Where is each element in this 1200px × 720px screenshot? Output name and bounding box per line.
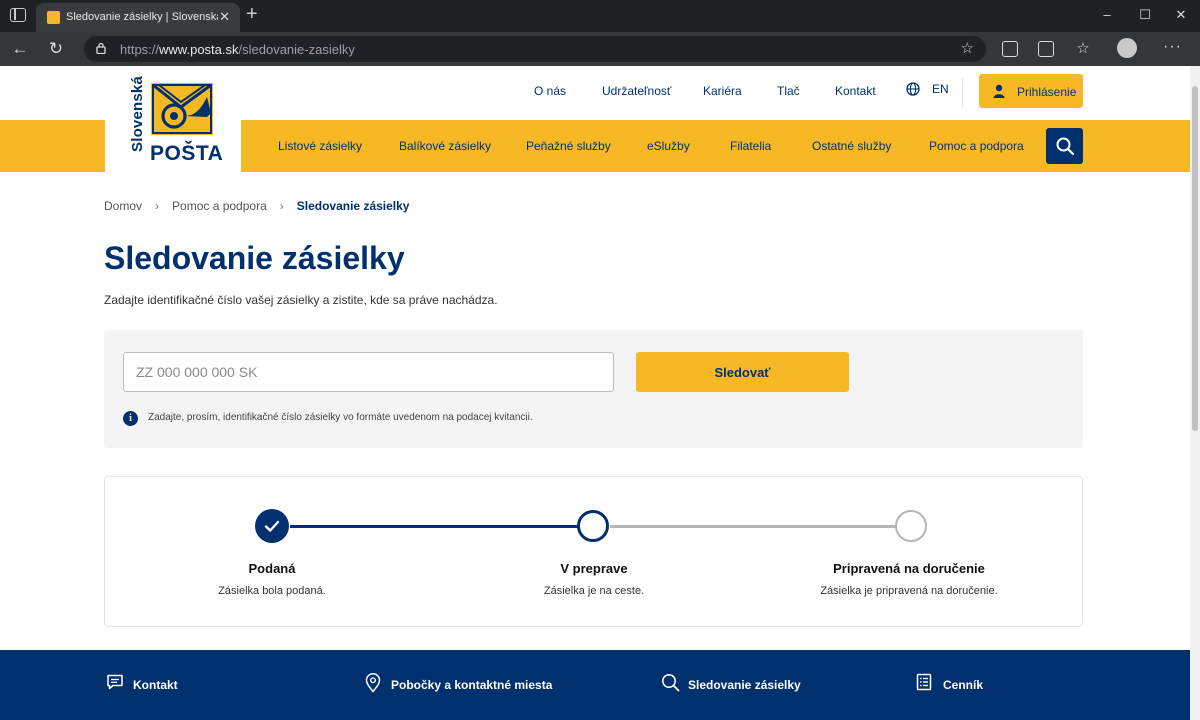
location-pin-icon [365, 673, 381, 693]
info-hint: Zadajte, prosím, identifikačné číslo zás… [148, 412, 533, 423]
nav-filatelia[interactable]: Filatelia [730, 139, 771, 153]
page-scrollbar[interactable] [1190, 66, 1200, 720]
breadcrumb-separator: › [279, 199, 284, 213]
logo-text-vertical: Slovenská [129, 75, 146, 152]
collections-icon[interactable] [1038, 41, 1054, 57]
logo-text-main: POŠTA [150, 142, 224, 165]
search-button[interactable] [1046, 128, 1083, 164]
step-title: Pripravená na doručenie [833, 561, 985, 576]
nav-listove-zasielky[interactable]: Listové zásielky [278, 139, 362, 153]
breadcrumb: Domov › Pomoc a podpora › Sledovanie zásielk… [104, 199, 409, 213]
progress-line-pending [610, 525, 902, 528]
search-icon [662, 674, 680, 692]
profile-avatar[interactable] [1117, 38, 1137, 58]
track-button[interactable]: Sledovať [636, 352, 849, 392]
step-pending-icon [895, 510, 927, 542]
footer-quick-links: Kontakt Pobočky a kontaktné miesta Sledo… [0, 650, 1190, 720]
close-window-button[interactable]: ✕ [1171, 7, 1191, 23]
step-description: Zásielka bola podaná. [218, 585, 326, 597]
step-description: Zásielka je pripravená na doručenie. [820, 585, 998, 597]
page-intro: Zadajte identifikačné číslo vašej zásiel… [104, 293, 498, 307]
back-icon[interactable]: ← [10, 39, 30, 59]
tracking-form: Sledovať i Zadajte, prosím, identifikačn… [104, 330, 1083, 448]
login-button[interactable]: Prihlásenie [979, 74, 1083, 108]
post-horn-logo-icon [151, 83, 213, 135]
step-current-icon [577, 510, 609, 542]
search-icon [1056, 137, 1075, 156]
favorite-star-icon[interactable]: ☆ [961, 39, 974, 57]
nav-esluzby[interactable]: eSlužby [647, 139, 690, 153]
reload-icon[interactable]: ↻ [46, 39, 66, 59]
step-description: Zásielka je na ceste. [543, 585, 645, 597]
favorites-icon[interactable]: ☆ [1073, 39, 1093, 57]
tab-title: Sledovanie zásielky | Slovenská pošta [66, 11, 218, 23]
maximize-button[interactable]: ☐ [1135, 7, 1155, 23]
step-title: V preprave [560, 561, 628, 576]
progress-line-done [290, 525, 580, 528]
user-icon [993, 84, 1005, 98]
step-done-icon [255, 509, 289, 543]
browser-tab-bar: Sledovanie zásielky | Slovenská pošta ✕ … [0, 0, 1200, 32]
minimize-button[interactable]: – [1097, 7, 1117, 22]
topnav-kariera[interactable]: Kariéra [703, 84, 742, 98]
shipment-progress: Podaná Zásielka bola podaná. V preprave … [104, 476, 1083, 627]
chat-icon [107, 674, 123, 690]
language-switch[interactable]: EN [906, 82, 949, 96]
site-logo[interactable]: Slovenská POŠTA [105, 66, 241, 172]
tab-actions-icon[interactable] [10, 8, 26, 22]
page-title: Sledovanie zásielky [104, 240, 405, 276]
nav-penazne-sluzby[interactable]: Peňažné služby [526, 139, 611, 153]
favicon-icon [47, 11, 60, 24]
page: Listové zásielky Balíkové zásielky Peňaž… [0, 66, 1190, 720]
info-icon: i [123, 411, 138, 426]
topnav-o-nas[interactable]: O nás [534, 84, 566, 98]
breadcrumb-separator: › [155, 199, 160, 213]
browser-toolbar: ← ↻ https://www.posta.sk/sledovanie-zasi… [0, 32, 1200, 66]
nav-ostatne-sluzby[interactable]: Ostatné služby [812, 139, 891, 153]
new-tab-button[interactable]: + [246, 3, 258, 26]
url-text: https://www.posta.sk/sledovanie-zasielky [120, 42, 355, 57]
topnav-kontakt[interactable]: Kontakt [835, 84, 876, 98]
login-label: Prihlásenie [1017, 85, 1077, 99]
breadcrumb-home[interactable]: Domov [104, 199, 142, 213]
lock-icon [96, 42, 106, 54]
topnav-tlac[interactable]: Tlač [777, 84, 800, 98]
step-title: Podaná [248, 561, 296, 576]
address-bar[interactable]: https://www.posta.sk/sledovanie-zasielky… [84, 36, 986, 62]
browser-menu-icon[interactable]: ··· [1163, 38, 1182, 56]
topnav-udrzatelnost[interactable]: Udržateľnosť [602, 84, 671, 98]
language-label: EN [932, 82, 949, 96]
globe-icon [906, 82, 920, 96]
tab-close-icon[interactable]: ✕ [219, 9, 230, 25]
nav-balikove-zasielky[interactable]: Balíkové zásielky [399, 139, 491, 153]
nav-pomoc-a-podpora[interactable]: Pomoc a podpora [929, 139, 1024, 153]
tracking-number-input[interactable] [123, 352, 614, 392]
extension-icon[interactable] [1002, 41, 1018, 57]
breadcrumb-current: Sledovanie zásielky [296, 199, 410, 213]
browser-tab[interactable]: Sledovanie zásielky | Slovenská pošta ✕ [36, 3, 240, 32]
price-list-icon [916, 673, 932, 691]
breadcrumb-pomoc[interactable]: Pomoc a podpora [172, 199, 267, 213]
divider [962, 78, 963, 108]
scrollbar-thumb[interactable] [1192, 86, 1198, 431]
